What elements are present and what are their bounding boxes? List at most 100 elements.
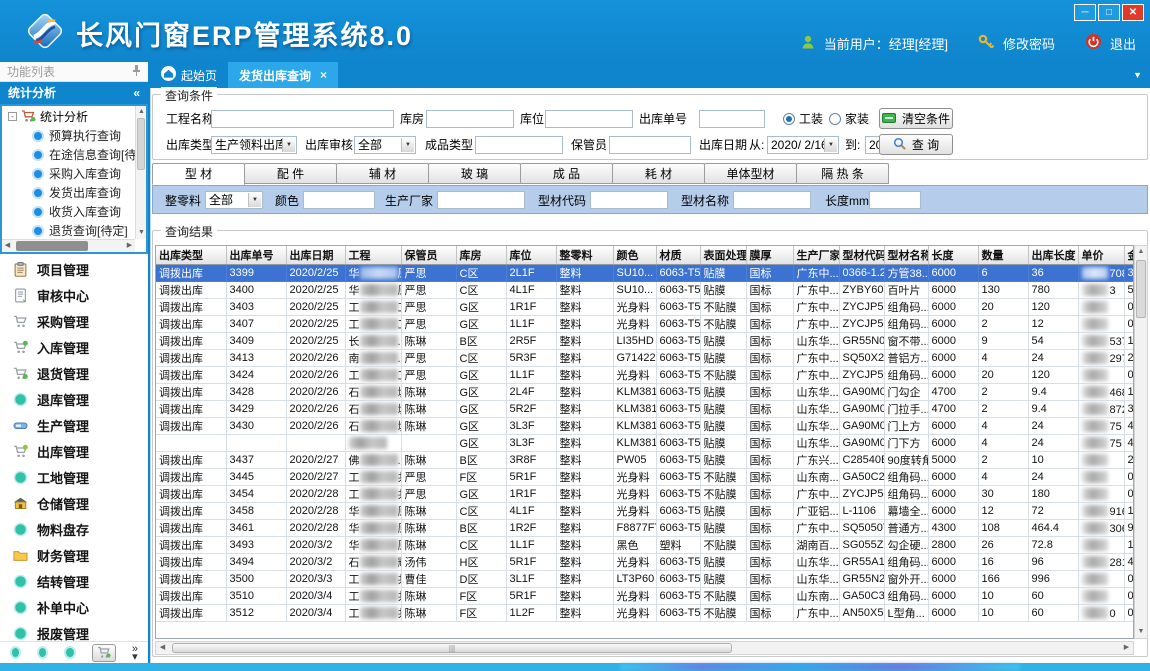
column-header-surf[interactable]: 表面处理	[700, 246, 746, 265]
material-tab-2[interactable]: 辅 材	[336, 163, 429, 184]
scrollbar-thumb[interactable]	[1136, 260, 1146, 318]
sidebar-item-7[interactable]: 出库管理	[0, 438, 148, 464]
grid-horizontal-scrollbar[interactable]: ◀ ||| ▶	[155, 641, 1134, 655]
outbound-type-select[interactable]: 生产领料出库▼	[211, 136, 297, 154]
sidebar-item-8[interactable]: 工地管理	[0, 464, 148, 490]
table-row[interactable]: 调拨出库35002020/3/3工共工程曹佳D区3L1F整料LT3P606063…	[156, 571, 1134, 588]
sidebar-item-10[interactable]: 物料盘存	[0, 516, 148, 542]
table-row[interactable]: 调拨出库33992020/2/25华原...严思C区2L1F整料SU10...6…	[156, 265, 1134, 282]
tree-expander-icon[interactable]: -	[8, 112, 17, 121]
column-header-price[interactable]: 单价	[1078, 246, 1124, 265]
column-header-code[interactable]: 型材代码	[839, 246, 884, 265]
column-header-name[interactable]: 型材名称	[884, 246, 928, 265]
column-header-amount[interactable]: 金	[1124, 246, 1134, 265]
material-tab-1[interactable]: 配 件	[244, 163, 337, 184]
column-header-date[interactable]: 出库日期	[286, 246, 345, 265]
sidebar-cart-button[interactable]	[92, 644, 116, 662]
tabbar-caret-icon[interactable]: ▼	[1133, 70, 1142, 80]
column-header-color[interactable]: 颜色	[613, 246, 656, 265]
keeper-input[interactable]	[609, 136, 691, 154]
column-header-film[interactable]: 膜厚	[746, 246, 793, 265]
column-header-loc[interactable]: 库位	[506, 246, 556, 265]
profile-name-input[interactable]	[733, 191, 811, 209]
column-header-qty[interactable]: 数量	[978, 246, 1028, 265]
location-input[interactable]	[545, 110, 633, 128]
table-row[interactable]: G区3L3F整料KLM38176063-T5贴膜国标山东华...GA90M09.…	[156, 435, 1134, 452]
table-row[interactable]: 调拨出库34372020/2/27佛...陈琳B区3R8F整料PW056063-…	[156, 452, 1134, 469]
scrollbar-thumb[interactable]: |||	[172, 643, 732, 653]
tree-item-1[interactable]: 在途信息查询[待	[2, 145, 146, 164]
pin-icon[interactable]	[132, 62, 141, 82]
table-row[interactable]: 调拨出库35122020/3/4工共工程陈琳F区1L2F整料光身料6063-T5…	[156, 605, 1134, 622]
home-radio[interactable]	[829, 113, 841, 125]
column-header-proj[interactable]: 工程	[345, 246, 401, 265]
table-row[interactable]: 调拨出库34612020/2/28华原...陈琳B区1R2F整料F8877FT6…	[156, 520, 1134, 537]
sidebar-item-3[interactable]: 入库管理	[0, 334, 148, 360]
maximize-button[interactable]: □	[1098, 4, 1120, 21]
tab-0[interactable]: 起始页	[150, 62, 228, 88]
tree-item-0[interactable]: 预算执行查询	[2, 126, 146, 145]
group-shortcut-icon[interactable]	[37, 646, 48, 659]
sidebar-item-1[interactable]: 审核中心	[0, 282, 148, 308]
sidebar-item-2[interactable]: 采购管理	[0, 308, 148, 334]
manufacturer-input[interactable]	[437, 191, 525, 209]
scroll-left-icon[interactable]: ◀	[156, 642, 169, 654]
scroll-right-icon[interactable]: ▶	[1120, 642, 1133, 654]
table-row[interactable]: 调拨出库34242020/2/26工工程严思G区1L1F整料光身料6063-T5…	[156, 367, 1134, 384]
column-header-no[interactable]: 出库单号	[226, 246, 286, 265]
column-header-len[interactable]: 长度	[928, 246, 978, 265]
table-row[interactable]: 调拨出库34032020/2/25工工程严思G区1R1F整料光身料6063-T5…	[156, 299, 1134, 316]
scrollbar-thumb[interactable]	[16, 241, 88, 251]
scroll-down-icon[interactable]: ▼	[136, 227, 147, 239]
table-row[interactable]: 调拨出库34072020/2/25工工程严思G区1L1F整料光身料6063-T5…	[156, 316, 1134, 333]
length-input[interactable]	[869, 191, 921, 209]
table-row[interactable]: 调拨出库34932020/3/2华原...陈琳C区1L1F整料黑色塑料不贴膜国标…	[156, 537, 1134, 554]
clear-conditions-button[interactable]: 清空条件	[879, 108, 953, 129]
table-row[interactable]: 调拨出库34302020/2/26石城陈琳G区3L3F整料KLM38176063…	[156, 418, 1134, 435]
sidebar-item-6[interactable]: 生产管理	[0, 412, 148, 438]
tree-item-2[interactable]: 采购入库查询	[2, 164, 146, 183]
whole-part-select[interactable]: 全部▼	[205, 191, 263, 209]
tree-horizontal-scrollbar[interactable]: ◀ ▶	[2, 239, 135, 252]
table-row[interactable]: 调拨出库34092020/2/25长...陈琳B区2R5F整料LI35HD606…	[156, 333, 1134, 350]
column-header-mfr[interactable]: 生产厂家	[793, 246, 839, 265]
grid-vertical-scrollbar[interactable]: ▲ ▼	[1134, 245, 1148, 639]
group-shortcut-icon[interactable]	[10, 646, 21, 659]
audit-select[interactable]: 全部▼	[354, 136, 416, 154]
order-no-input[interactable]	[699, 110, 765, 128]
scroll-left-icon[interactable]: ◀	[2, 240, 13, 252]
table-row[interactable]: 调拨出库34452020/2/27工共工程严思F区5R1F整料光身料6063-T…	[156, 469, 1134, 486]
column-header-outlen[interactable]: 出库长度	[1028, 246, 1078, 265]
sidebar-item-4[interactable]: 退货管理	[0, 360, 148, 386]
material-tab-7[interactable]: 隔 热 条	[796, 163, 889, 184]
logout-link[interactable]: 退出	[1110, 34, 1136, 53]
tree-item-5[interactable]: 退货查询[待定]	[2, 221, 146, 240]
table-row[interactable]: 调拨出库34282020/2/26石城陈琳G区2L4F整料KLM38176063…	[156, 384, 1134, 401]
profile-code-input[interactable]	[590, 191, 668, 209]
column-header-whole[interactable]: 整零料	[556, 246, 613, 265]
sidebar-item-13[interactable]: 补单中心	[0, 594, 148, 620]
sidebar-item-12[interactable]: 结转管理	[0, 568, 148, 594]
dropdown-arrow-icon[interactable]: ▼	[824, 138, 837, 152]
sidebar-item-11[interactable]: 财务管理	[0, 542, 148, 568]
more-buttons-chevron[interactable]: »▾	[132, 645, 138, 661]
tree-vertical-scrollbar[interactable]: ▲ ▼	[135, 106, 146, 239]
material-tab-4[interactable]: 成 品	[520, 163, 613, 184]
column-header-mat[interactable]: 材质	[656, 246, 700, 265]
collapse-icon[interactable]: «	[133, 82, 140, 104]
table-row[interactable]: 调拨出库34942020/3/2石辉城汤伟H区5R1F整料光身料6063-T5贴…	[156, 554, 1134, 571]
material-tab-3[interactable]: 玻 璃	[428, 163, 521, 184]
table-row[interactable]: 调拨出库35102020/3/4工共工程陈琳F区5R1F整料光身料6063-T5…	[156, 588, 1134, 605]
dropdown-arrow-icon[interactable]: ▼	[401, 138, 414, 152]
change-password-link[interactable]: 修改密码	[1003, 34, 1055, 53]
material-tab-6[interactable]: 单体型材	[704, 163, 797, 184]
tree-root-node[interactable]: - 统计分析	[2, 106, 146, 126]
minimize-button[interactable]: ─	[1074, 4, 1096, 21]
column-header-wh[interactable]: 库房	[456, 246, 506, 265]
table-row[interactable]: 调拨出库34542020/2/28工共工程严思G区1R1F整料光身料6063-T…	[156, 486, 1134, 503]
close-icon[interactable]: ×	[320, 68, 327, 82]
material-tab-5[interactable]: 耗 材	[612, 163, 705, 184]
dropdown-arrow-icon[interactable]: ▼	[248, 193, 261, 207]
industrial-radio[interactable]	[783, 113, 795, 125]
tab-1[interactable]: 发货出库查询×	[228, 62, 338, 88]
